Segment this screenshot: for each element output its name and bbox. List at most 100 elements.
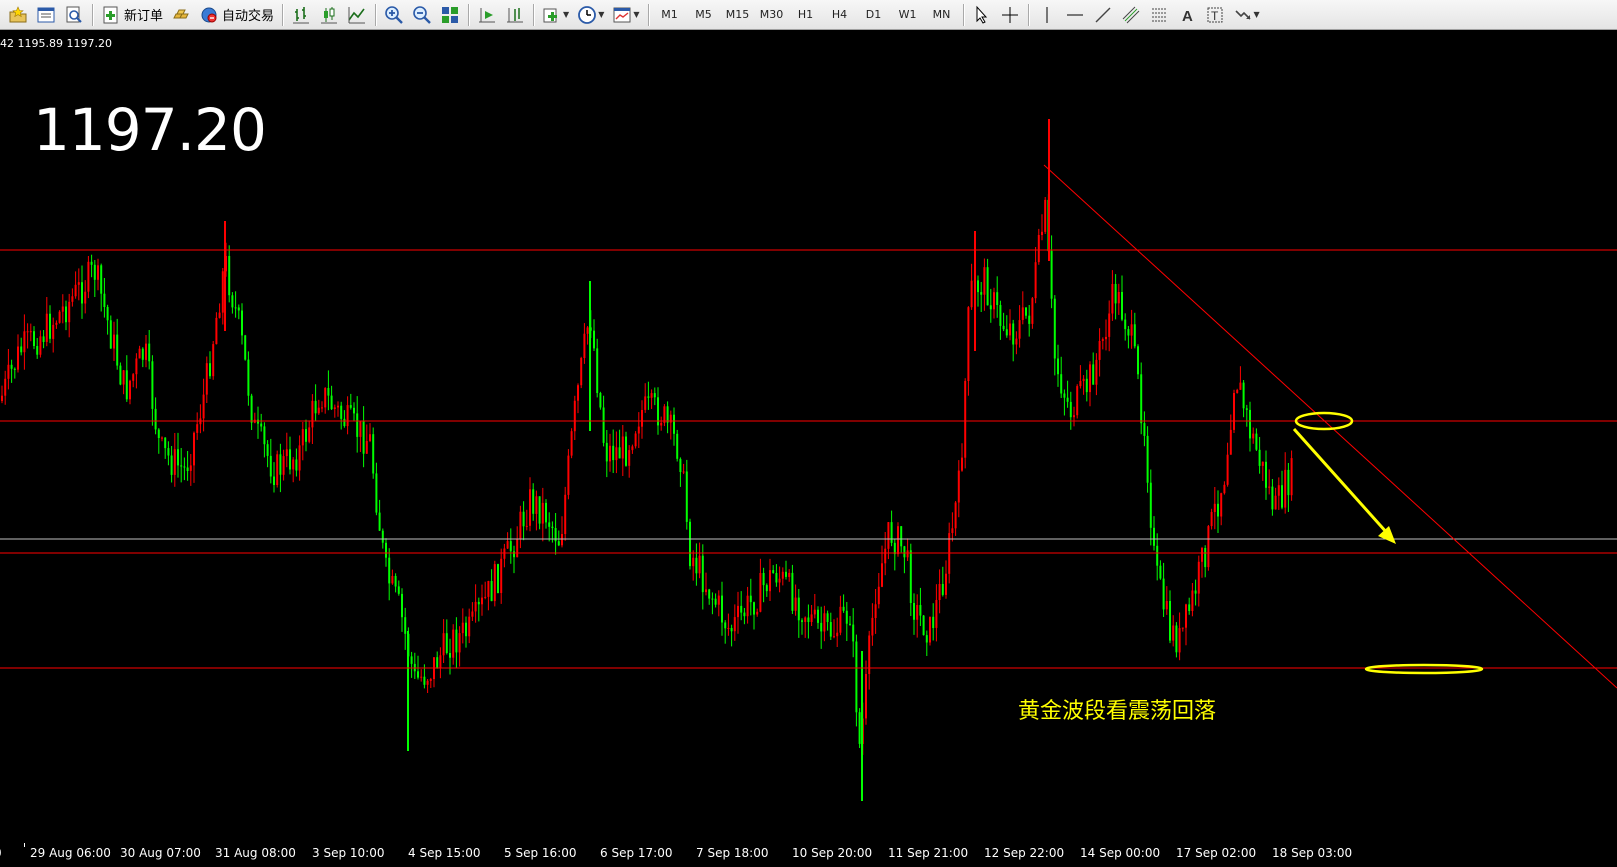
candle-body xyxy=(1,395,3,401)
current-price-display: 1197.20 xyxy=(33,96,267,164)
gold-button[interactable] xyxy=(168,3,194,27)
candle-body xyxy=(484,596,487,598)
candle-body xyxy=(884,548,887,564)
candle-body xyxy=(999,305,1002,326)
candle-body xyxy=(301,429,304,446)
candle-body xyxy=(497,564,499,593)
timeframe-w1-button[interactable]: W1 xyxy=(892,3,924,27)
text-button[interactable]: A xyxy=(1174,3,1200,27)
candle-body xyxy=(938,584,941,600)
candle-body xyxy=(1111,284,1114,314)
auto-trading-button[interactable]: 自动交易 xyxy=(196,3,277,27)
arrows-button[interactable]: ▼ xyxy=(1230,3,1263,27)
text-label-button[interactable]: T xyxy=(1202,3,1228,27)
candle-body xyxy=(826,613,829,622)
market-watch-button[interactable] xyxy=(33,3,59,27)
timeframe-m5-button[interactable]: M5 xyxy=(688,3,720,27)
candle-body xyxy=(935,600,938,628)
candle-body xyxy=(506,541,509,549)
candle-body xyxy=(23,331,26,353)
highlight-ellipse-lower xyxy=(1364,663,1484,675)
periods-button[interactable]: ▼ xyxy=(574,3,607,27)
candle-body xyxy=(836,632,839,637)
cursor-icon xyxy=(976,5,987,24)
timeframe-h1-button[interactable]: H1 xyxy=(790,3,822,27)
time-axis-label: 4 Sep 15:00 xyxy=(408,846,481,860)
timeframe-d1-button[interactable]: D1 xyxy=(858,3,890,27)
candle-body xyxy=(4,378,7,396)
candle-body xyxy=(452,629,455,658)
timeframe-m15-button[interactable]: M15 xyxy=(722,3,754,27)
candle-body xyxy=(743,612,746,617)
candle-body xyxy=(996,292,999,305)
line-chart-button[interactable] xyxy=(344,3,370,27)
navigator-button[interactable] xyxy=(61,3,87,27)
candle-body xyxy=(305,429,307,442)
candle-body xyxy=(420,676,423,678)
candle-body xyxy=(641,410,643,427)
candle-body xyxy=(1082,378,1085,381)
candle-body xyxy=(493,564,496,602)
candle-body xyxy=(285,449,288,457)
candle-body xyxy=(324,388,327,408)
tile-windows-button[interactable] xyxy=(437,3,463,27)
candle-body xyxy=(1018,320,1021,339)
candle-body xyxy=(97,265,99,280)
candle-body xyxy=(1156,545,1159,566)
candle-body xyxy=(791,572,794,611)
timeframe-mn-button[interactable]: MN xyxy=(926,3,958,27)
candle-body xyxy=(1261,461,1264,466)
candle-body xyxy=(266,444,269,456)
candle-body xyxy=(381,530,384,543)
candle-body xyxy=(967,307,970,381)
candle-body xyxy=(417,671,419,678)
time-axis-label: 5 Sep 16:00 xyxy=(504,846,577,860)
candlestick-chart-button[interactable] xyxy=(316,3,342,27)
new-order-button[interactable]: 新订单 xyxy=(98,3,166,27)
candle-body xyxy=(810,614,813,622)
candle-body xyxy=(737,605,739,618)
fibonacci-button[interactable] xyxy=(1146,3,1172,27)
candle-body xyxy=(775,573,778,583)
bar-chart-button[interactable] xyxy=(288,3,314,27)
candle-body xyxy=(1101,339,1104,341)
zoom-in-button[interactable] xyxy=(381,3,407,27)
horizontal-line-button[interactable] xyxy=(1062,3,1088,27)
timeframe-m1-button[interactable]: M1 xyxy=(654,3,686,27)
templates-button[interactable]: ▼ xyxy=(609,3,642,27)
channel-button[interactable] xyxy=(1118,3,1144,27)
candle-body xyxy=(1197,561,1200,594)
candle-body xyxy=(986,267,989,306)
candle-body xyxy=(55,322,58,325)
trendline-button[interactable] xyxy=(1090,3,1116,27)
candle-body xyxy=(109,320,112,349)
price-chart[interactable]: 42 1195.89 1197.20 1197.20 黄金波段看震荡回落 xyxy=(0,31,1617,843)
candle-body xyxy=(385,542,387,558)
candle-body xyxy=(202,394,205,419)
timeframe-h4-button[interactable]: H4 xyxy=(824,3,856,27)
candle-body xyxy=(1114,284,1117,304)
candle-body xyxy=(845,610,848,624)
candle-body xyxy=(797,597,800,621)
cursor-button[interactable] xyxy=(969,3,995,27)
indicators-button[interactable]: ▼ xyxy=(539,3,572,27)
crosshair-button[interactable] xyxy=(997,3,1023,27)
candle-body xyxy=(900,526,903,547)
chart-shift-button[interactable] xyxy=(502,3,528,27)
candle-body xyxy=(26,331,29,333)
zoom-out-icon xyxy=(413,5,431,24)
candle-body xyxy=(564,494,567,534)
candle-body xyxy=(903,546,906,558)
toolbar-separator xyxy=(962,3,964,26)
candle-body xyxy=(1076,386,1079,416)
candle-body xyxy=(1143,423,1146,436)
zoom-out-button[interactable] xyxy=(409,3,435,27)
vertical-line-button[interactable] xyxy=(1034,3,1060,27)
candle-body xyxy=(833,636,835,638)
timeframe-m30-button[interactable]: M30 xyxy=(756,3,788,27)
candle-body xyxy=(1229,429,1232,455)
auto-scroll-button[interactable] xyxy=(474,3,500,27)
profiles-button[interactable] xyxy=(5,3,31,27)
candle-body xyxy=(765,585,768,592)
candle-body xyxy=(1005,329,1008,336)
